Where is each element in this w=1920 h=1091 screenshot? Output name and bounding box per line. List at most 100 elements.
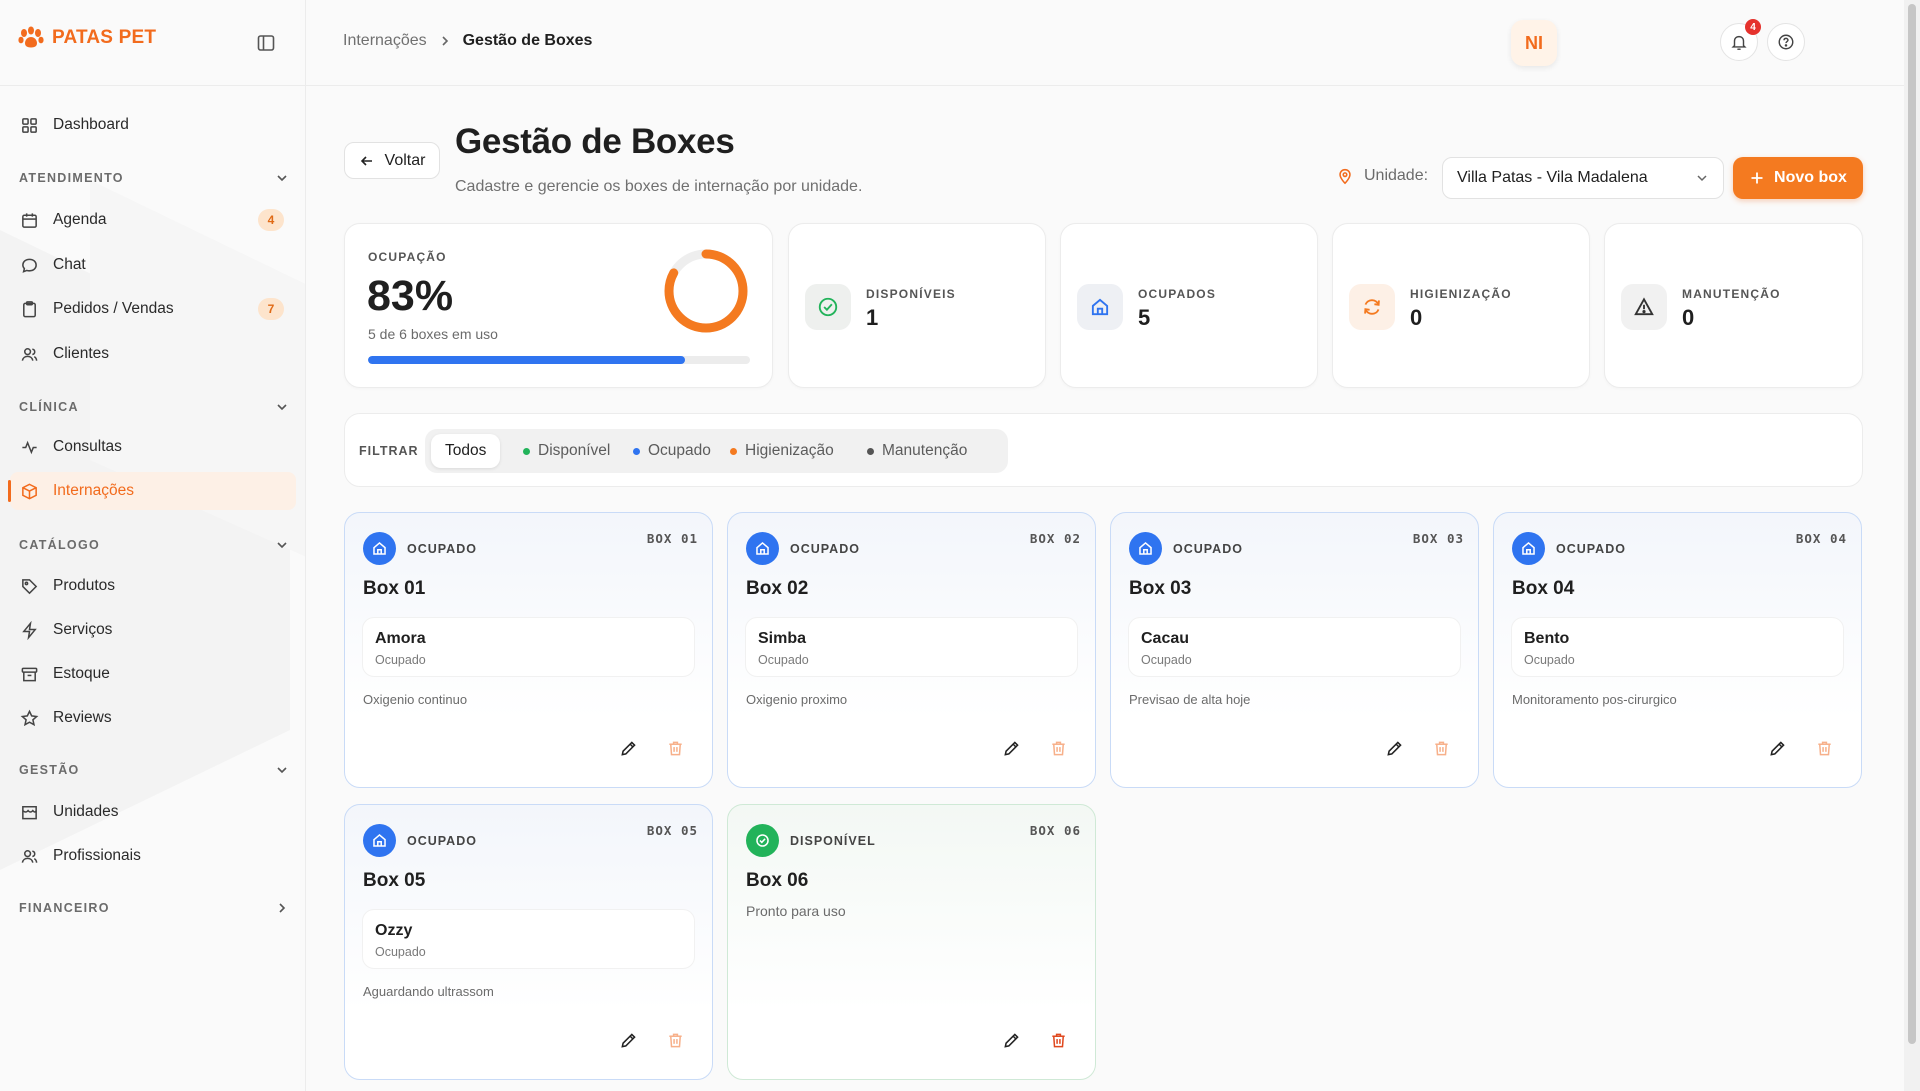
delete-button[interactable] [662,735,688,761]
pet-name: Bento [1524,630,1570,647]
delete-button[interactable] [1428,735,1454,761]
edit-button[interactable] [615,735,641,761]
chevron-right-icon [279,903,286,913]
box-note: Pronto para uso [746,903,846,919]
filter-chip-label: Todos [445,442,487,459]
pet-card: Bento Ocupado [1511,617,1844,677]
box-card[interactable]: OCUPADO BOX 03 Box 03 Cacau Ocupado Prev… [1110,512,1479,788]
box-status: OCUPADO [407,834,477,848]
box-card[interactable]: OCUPADO BOX 02 Box 02 Simba Ocupado Oxig… [727,512,1096,788]
delete-button[interactable] [662,1027,688,1053]
box-title: Box 06 [746,870,809,891]
stat-label: OCUPADOS [1138,287,1217,301]
edit-button[interactable] [1381,735,1407,761]
trash-icon [1051,1033,1065,1047]
filter-chip-higienizacao[interactable]: Higienização [716,434,848,468]
edit-button[interactable] [998,735,1024,761]
home-icon [1139,541,1152,555]
brand-name: PATAS PET [52,27,157,48]
filter-chip-ocupado[interactable]: Ocupado [619,434,725,468]
sidebar-item-clientes[interactable]: Clientes [10,335,296,373]
section-gestao[interactable]: GESTÃO [19,760,289,780]
stat-label: HIGIENIZAÇÃO [1410,287,1512,301]
edit-button[interactable] [998,1027,1024,1053]
sidebar-item-dashboard[interactable]: Dashboard [10,106,296,144]
delete-button[interactable] [1811,735,1837,761]
section-financeiro[interactable]: FINANCEIRO [19,898,289,918]
box-note: Oxigenio continuo [363,692,468,707]
box-code: BOX 04 [1795,531,1847,546]
filter-chip-manutencao[interactable]: Manutenção [853,434,981,468]
unit-select[interactable]: Villa Patas - Vila Madalena [1442,157,1724,199]
count-badge: 4 [258,209,284,231]
sidebar-item-agenda[interactable]: Agenda 4 [10,201,296,239]
stat-value: 1 [866,305,879,330]
stat-card-available: DISPONÍVEIS 1 [788,223,1046,388]
edit-button[interactable] [1764,735,1790,761]
box-code: BOX 01 [646,531,698,546]
box-status: OCUPADO [1556,542,1626,556]
sidebar-item-unidades[interactable]: Unidades [10,793,296,831]
sidebar-item-profissionais[interactable]: Profissionais [10,837,296,875]
filter-chip-disponivel[interactable]: Disponível [509,434,624,468]
scrollbar-thumb[interactable] [1908,4,1916,1044]
sidebar-item-chat[interactable]: Chat [10,246,296,284]
status-icon-wrap [746,824,779,857]
filter-chip-todos[interactable]: Todos [431,434,501,468]
delete-button[interactable] [1045,735,1071,761]
sidebar-item-label: Clientes [53,345,109,362]
box-title: Box 05 [363,870,426,891]
bell-icon [1731,35,1747,51]
box-card[interactable]: OCUPADO BOX 05 Box 05 Ozzy Ocupado Aguar… [344,804,713,1080]
trash-icon [1434,741,1448,755]
sidebar-item-internacoes[interactable]: Internações [8,472,296,510]
stat-card-cleaning: HIGIENIZAÇÃO 0 [1332,223,1590,388]
section-catalogo[interactable]: CATÁLOGO [19,535,289,555]
sidebar-item-pedidos[interactable]: Pedidos / Vendas 7 [10,290,296,328]
delete-button[interactable] [1045,1027,1071,1053]
sidebar-item-consultas[interactable]: Consultas [10,428,296,466]
stat-label: MANUTENÇÃO [1682,287,1781,301]
help-button[interactable] [1767,23,1805,61]
box-card[interactable]: OCUPADO BOX 04 Box 04 Bento Ocupado Moni… [1493,512,1862,788]
section-atendimento[interactable]: ATENDIMENTO [19,168,289,188]
box-title: Box 02 [746,578,809,599]
breadcrumb-link[interactable]: Internações [343,32,427,50]
chevron-down-icon [1697,175,1707,182]
sidebar-item-label: Dashboard [53,116,129,133]
sidebar-toggle-icon[interactable] [256,33,276,53]
activity-icon [22,440,37,454]
sidebar-item-produtos[interactable]: Produtos [10,567,296,605]
box-status: OCUPADO [1173,542,1243,556]
pet-status: Ocupado [375,945,426,959]
stat-card-occupied: OCUPADOS 5 [1060,223,1318,388]
star-icon [20,709,39,726]
pet-status: Ocupado [375,653,426,667]
box-note: Monitoramento pos-cirurgico [1512,692,1677,707]
sidebar-item-estoque[interactable]: Estoque [10,655,296,693]
sidebar-item-reviews[interactable]: Reviews [10,699,296,737]
page-scrollbar[interactable] [1904,0,1920,1091]
back-button[interactable]: Voltar [344,142,440,179]
brand-logo[interactable]: PATAS PET [18,26,156,50]
stat-value: 0 [1682,305,1695,330]
warning-triangle-icon [1634,297,1654,316]
pencil-icon [620,1032,636,1048]
section-clinica[interactable]: CLÍNICA [19,397,289,417]
box-title: Box 03 [1129,578,1192,599]
box-card[interactable]: DISPONÍVEL BOX 06 Box 06 Pronto para uso [727,804,1096,1080]
new-box-button[interactable]: Novo box [1733,157,1863,199]
avatar[interactable]: NI [1511,20,1557,66]
notifications-button[interactable]: 4 [1720,19,1761,61]
box-card[interactable]: OCUPADO BOX 01 Box 01 Amora Ocupado Oxig… [344,512,713,788]
pet-status: Ocupado [1141,653,1192,667]
edit-button[interactable] [615,1027,641,1053]
sidebar-item-label: Serviços [53,621,113,638]
sidebar-item-label: Consultas [53,438,122,455]
paw-icon [18,26,44,48]
sidebar-item-servicos[interactable]: Serviços [10,611,296,649]
sidebar-item-label: Produtos [53,577,116,594]
section-title: CLÍNICA [19,400,79,414]
pet-card: Ozzy Ocupado [362,909,695,969]
section-title: ATENDIMENTO [19,171,124,185]
